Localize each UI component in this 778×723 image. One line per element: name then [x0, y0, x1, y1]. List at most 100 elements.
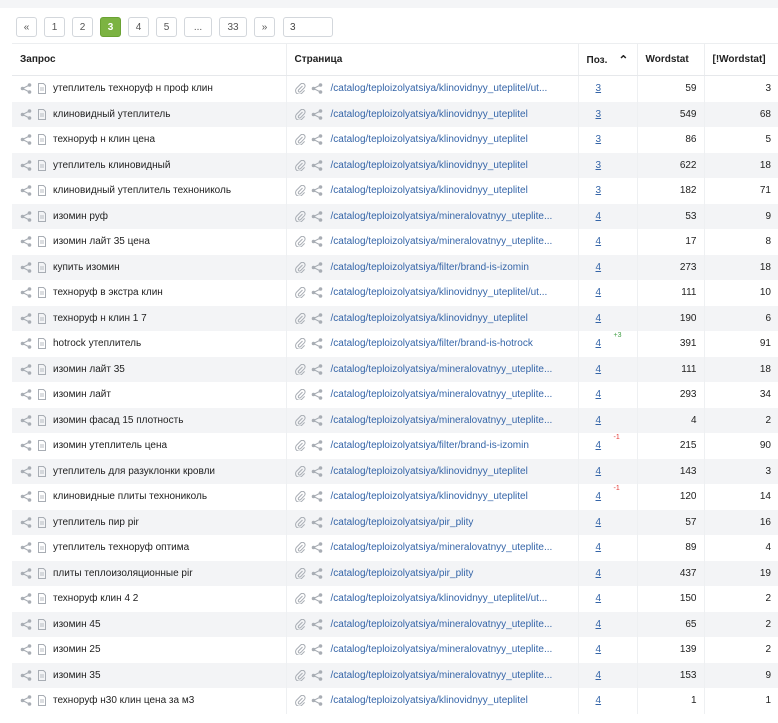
paperclip-icon[interactable]: [294, 389, 306, 401]
position-link[interactable]: 4: [596, 542, 602, 553]
page-url-link[interactable]: /catalog/teploizolyatsiya/klinovidnyy_ut…: [331, 491, 528, 502]
document-icon[interactable]: [38, 516, 46, 528]
position-link[interactable]: 4: [596, 287, 602, 298]
document-icon[interactable]: [38, 695, 46, 707]
document-icon[interactable]: [38, 210, 46, 222]
share-icon[interactable]: [311, 465, 323, 477]
paperclip-icon[interactable]: [294, 414, 306, 427]
share-icon[interactable]: [311, 567, 323, 579]
document-icon[interactable]: [38, 287, 46, 299]
paperclip-icon[interactable]: [294, 312, 306, 325]
paperclip-icon[interactable]: [294, 363, 306, 376]
page-url-link[interactable]: /catalog/teploizolyatsiya/mineralovatnyy…: [331, 644, 553, 655]
page-url-link[interactable]: /catalog/teploizolyatsiya/mineralovatnyy…: [331, 415, 553, 426]
share-icon[interactable]: [20, 542, 33, 553]
page-button-2[interactable]: 2: [72, 17, 93, 37]
share-icon[interactable]: [20, 414, 33, 426]
position-link[interactable]: 4: [596, 517, 602, 528]
column-header-page[interactable]: Страница: [286, 43, 579, 76]
position-link[interactable]: 4: [596, 644, 602, 655]
share-icon[interactable]: [311, 261, 323, 273]
share-icon[interactable]: [20, 491, 33, 502]
page-url-link[interactable]: /catalog/teploizolyatsiya/klinovidnyy_ut…: [331, 160, 528, 171]
paperclip-icon[interactable]: [294, 83, 306, 95]
share-icon[interactable]: [20, 261, 33, 273]
page-url-link[interactable]: /catalog/teploizolyatsiya/filter/brand-i…: [331, 440, 529, 451]
next-page-button[interactable]: »: [254, 17, 275, 37]
paperclip-icon[interactable]: [294, 644, 306, 656]
page-url-link[interactable]: /catalog/teploizolyatsiya/klinovidnyy_ut…: [331, 287, 548, 298]
document-icon[interactable]: [38, 236, 46, 248]
share-icon[interactable]: [311, 618, 323, 630]
page-url-link[interactable]: /catalog/teploizolyatsiya/mineralovatnyy…: [331, 670, 553, 681]
document-icon[interactable]: [38, 338, 46, 350]
share-icon[interactable]: [311, 312, 323, 324]
page-url-link[interactable]: /catalog/teploizolyatsiya/klinovidnyy_ut…: [331, 134, 528, 145]
page-ellipsis-button[interactable]: ...: [184, 17, 212, 37]
share-icon[interactable]: [311, 695, 323, 706]
document-icon[interactable]: [38, 363, 46, 375]
document-icon[interactable]: [38, 108, 46, 120]
paperclip-icon[interactable]: [294, 669, 306, 682]
share-icon[interactable]: [311, 669, 323, 681]
share-icon[interactable]: [20, 516, 33, 528]
position-link[interactable]: 4: [596, 389, 602, 400]
share-icon[interactable]: [20, 567, 33, 579]
document-icon[interactable]: [38, 644, 46, 656]
share-icon[interactable]: [311, 83, 323, 94]
paperclip-icon[interactable]: [294, 491, 306, 503]
share-icon[interactable]: [20, 465, 33, 477]
position-link[interactable]: 3: [596, 83, 602, 94]
column-header-exact-wordstat[interactable]: [!Wordstat]: [704, 43, 778, 76]
page-url-link[interactable]: /catalog/teploizolyatsiya/pir_plity: [331, 568, 474, 579]
position-link[interactable]: 4: [596, 491, 602, 502]
document-icon[interactable]: [38, 389, 46, 401]
paperclip-icon[interactable]: [294, 440, 306, 452]
share-icon[interactable]: [20, 389, 33, 400]
column-header-wordstat[interactable]: Wordstat: [637, 43, 705, 76]
share-icon[interactable]: [20, 338, 33, 349]
page-url-link[interactable]: /catalog/teploizolyatsiya/mineralovatnyy…: [331, 236, 553, 247]
position-link[interactable]: 4: [596, 364, 602, 375]
position-link[interactable]: 4: [596, 313, 602, 324]
position-link[interactable]: 4: [596, 262, 602, 273]
share-icon[interactable]: [20, 363, 33, 375]
share-icon[interactable]: [20, 210, 33, 222]
share-icon[interactable]: [311, 134, 323, 145]
document-icon[interactable]: [38, 669, 46, 681]
page-url-link[interactable]: /catalog/teploizolyatsiya/klinovidnyy_ut…: [331, 185, 528, 196]
position-link[interactable]: 4: [596, 670, 602, 681]
share-icon[interactable]: [311, 414, 323, 426]
page-url-link[interactable]: /catalog/teploizolyatsiya/klinovidnyy_ut…: [331, 695, 528, 706]
document-icon[interactable]: [38, 593, 46, 605]
page-url-link[interactable]: /catalog/teploizolyatsiya/mineralovatnyy…: [331, 211, 553, 222]
paperclip-icon[interactable]: [294, 542, 306, 554]
page-url-link[interactable]: /catalog/teploizolyatsiya/mineralovatnyy…: [331, 619, 553, 630]
prev-page-button[interactable]: «: [16, 17, 37, 37]
share-icon[interactable]: [311, 108, 323, 120]
share-icon[interactable]: [311, 363, 323, 375]
page-url-link[interactable]: /catalog/teploizolyatsiya/mineralovatnyy…: [331, 542, 553, 553]
document-icon[interactable]: [38, 440, 46, 452]
page-url-link[interactable]: /catalog/teploizolyatsiya/filter/brand-i…: [331, 262, 529, 273]
paperclip-icon[interactable]: [294, 465, 306, 478]
paperclip-icon[interactable]: [294, 618, 306, 631]
share-icon[interactable]: [311, 338, 323, 349]
position-link[interactable]: 4: [596, 619, 602, 630]
column-header-position[interactable]: Поз. ⌃: [578, 43, 638, 76]
share-icon[interactable]: [311, 210, 323, 222]
position-link[interactable]: 4: [596, 593, 602, 604]
paperclip-icon[interactable]: [294, 108, 306, 121]
share-icon[interactable]: [20, 593, 33, 604]
position-link[interactable]: 4: [596, 338, 602, 349]
share-icon[interactable]: [311, 287, 323, 298]
share-icon[interactable]: [311, 491, 323, 502]
paperclip-icon[interactable]: [294, 134, 306, 146]
share-icon[interactable]: [311, 593, 323, 604]
page-url-link[interactable]: /catalog/teploizolyatsiya/klinovidnyy_ut…: [331, 593, 548, 604]
paperclip-icon[interactable]: [294, 567, 306, 580]
share-icon[interactable]: [20, 236, 33, 247]
share-icon[interactable]: [20, 618, 33, 630]
share-icon[interactable]: [20, 644, 33, 655]
share-icon[interactable]: [311, 389, 323, 400]
